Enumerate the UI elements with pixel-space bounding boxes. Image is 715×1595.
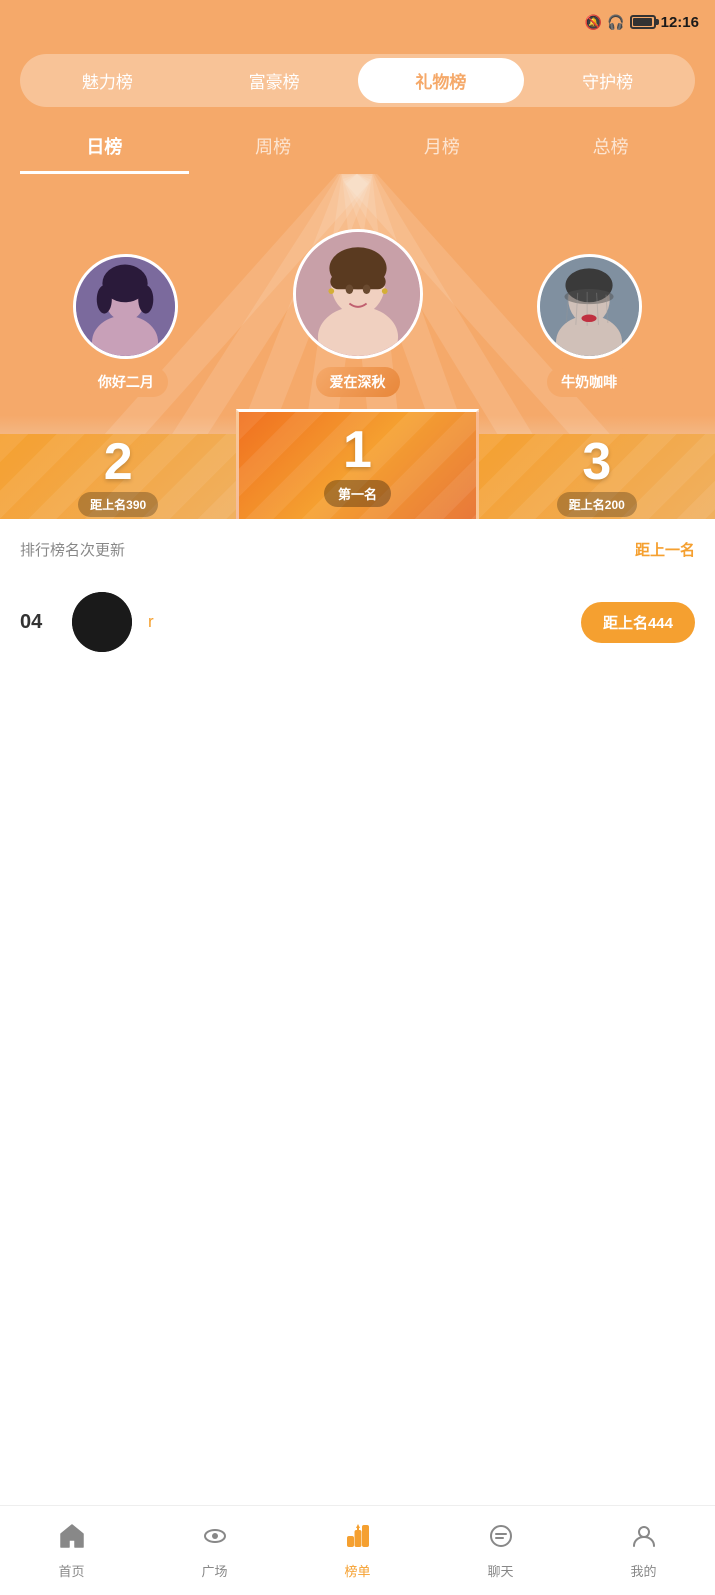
nav-mine[interactable]: 我的	[572, 1514, 715, 1588]
bottom-nav: 首页 广场 榜单	[0, 1505, 715, 1595]
list-gap-button[interactable]: 距上名444	[581, 602, 695, 643]
cat-tab-charm[interactable]: 魅力榜	[24, 58, 191, 103]
rank2-name-badge: 你好二月	[84, 367, 168, 397]
podium-avatars: 你好二月	[0, 174, 715, 397]
nav-chat-label: 聊天	[487, 1561, 513, 1580]
podium-block-rank2: 2 距上名390	[0, 434, 236, 519]
nav-square-label: 广场	[201, 1561, 227, 1580]
rank3-name-badge: 牛奶咖啡	[547, 367, 631, 397]
rank3-number: 3	[582, 436, 611, 488]
sub-tabs: 日榜 周榜 月榜 总榜	[0, 121, 715, 174]
podium-user-rank2[interactable]: 你好二月	[10, 194, 242, 397]
status-bar: 🔕 🎧 12:16	[0, 0, 715, 44]
cat-tab-rich[interactable]: 富豪榜	[191, 58, 358, 103]
status-icons: 🔕 🎧 12:16	[585, 14, 699, 31]
list-avatar-image	[72, 592, 132, 652]
podium-block-rank3: 3 距上名200	[479, 434, 715, 519]
list-section: 排行榜名次更新 距上一名 04 r 距上名444	[0, 519, 715, 1119]
battery-icon	[630, 15, 656, 29]
cat-tab-container: 魅力榜 富豪榜 礼物榜 守护榜	[20, 54, 695, 107]
status-time: 12:16	[661, 14, 699, 31]
nav-square[interactable]: 广场	[143, 1514, 286, 1588]
podium-block-rank1: 1 第一名	[236, 409, 478, 519]
nav-leaderboard[interactable]: 榜单	[286, 1514, 429, 1588]
category-tabs: 魅力榜 富豪榜 礼物榜 守护榜	[0, 44, 715, 121]
sub-tab-weekly[interactable]: 周榜	[189, 121, 358, 174]
list-rank: 04	[20, 611, 56, 634]
nav-chat[interactable]: 聊天	[429, 1514, 572, 1588]
battery-fill	[633, 18, 653, 26]
avatar-rank3-image	[540, 257, 639, 356]
rank2-gap: 距上名390	[78, 492, 158, 517]
list-header: 排行榜名次更新 距上一名	[20, 539, 695, 560]
avatar-rank2-image	[76, 257, 175, 356]
sub-tab-monthly[interactable]: 月榜	[358, 121, 527, 174]
home-icon	[58, 1522, 86, 1557]
list-username: r	[148, 612, 565, 632]
list-avatar[interactable]	[72, 592, 132, 652]
nav-home[interactable]: 首页	[0, 1514, 143, 1588]
avatar-04-image	[72, 592, 132, 652]
list-header-link[interactable]: 距上一名	[635, 539, 695, 560]
rank2-number: 2	[104, 436, 133, 488]
avatar-rank1-image	[296, 232, 420, 356]
rank3-gap: 距上名200	[557, 492, 637, 517]
chat-icon	[487, 1522, 515, 1557]
nav-home-label: 首页	[58, 1561, 84, 1580]
sub-tab-daily[interactable]: 日榜	[20, 121, 189, 174]
podium-blocks: 2 距上名390 1 第一名 3 距上名200	[0, 409, 715, 519]
eye-icon	[201, 1522, 229, 1557]
cat-tab-gift[interactable]: 礼物榜	[358, 58, 525, 103]
podium-user-rank3[interactable]: 牛奶咖啡	[473, 194, 705, 397]
user-icon	[630, 1522, 658, 1557]
list-item: 04 r 距上名444	[20, 580, 695, 664]
rank1-name-badge: 爱在深秋	[316, 367, 400, 397]
nav-leaderboard-label: 榜单	[344, 1561, 370, 1580]
leaderboard-icon	[344, 1522, 372, 1557]
nav-mine-label: 我的	[630, 1561, 656, 1580]
list-header-title: 排行榜名次更新	[20, 539, 125, 560]
cat-tab-guard[interactable]: 守护榜	[524, 58, 691, 103]
headphone-icon: 🎧	[607, 14, 624, 31]
avatar-rank1	[293, 229, 423, 359]
podium-area: 你好二月	[0, 174, 715, 519]
avatar-rank2	[73, 254, 178, 359]
rank1-number: 1	[343, 424, 372, 476]
podium-user-rank1[interactable]: 爱在深秋	[242, 229, 474, 397]
avatar-rank3	[537, 254, 642, 359]
sub-tab-total[interactable]: 总榜	[526, 121, 695, 174]
rank1-label: 第一名	[324, 480, 391, 507]
notification-icon: 🔕	[585, 14, 602, 31]
